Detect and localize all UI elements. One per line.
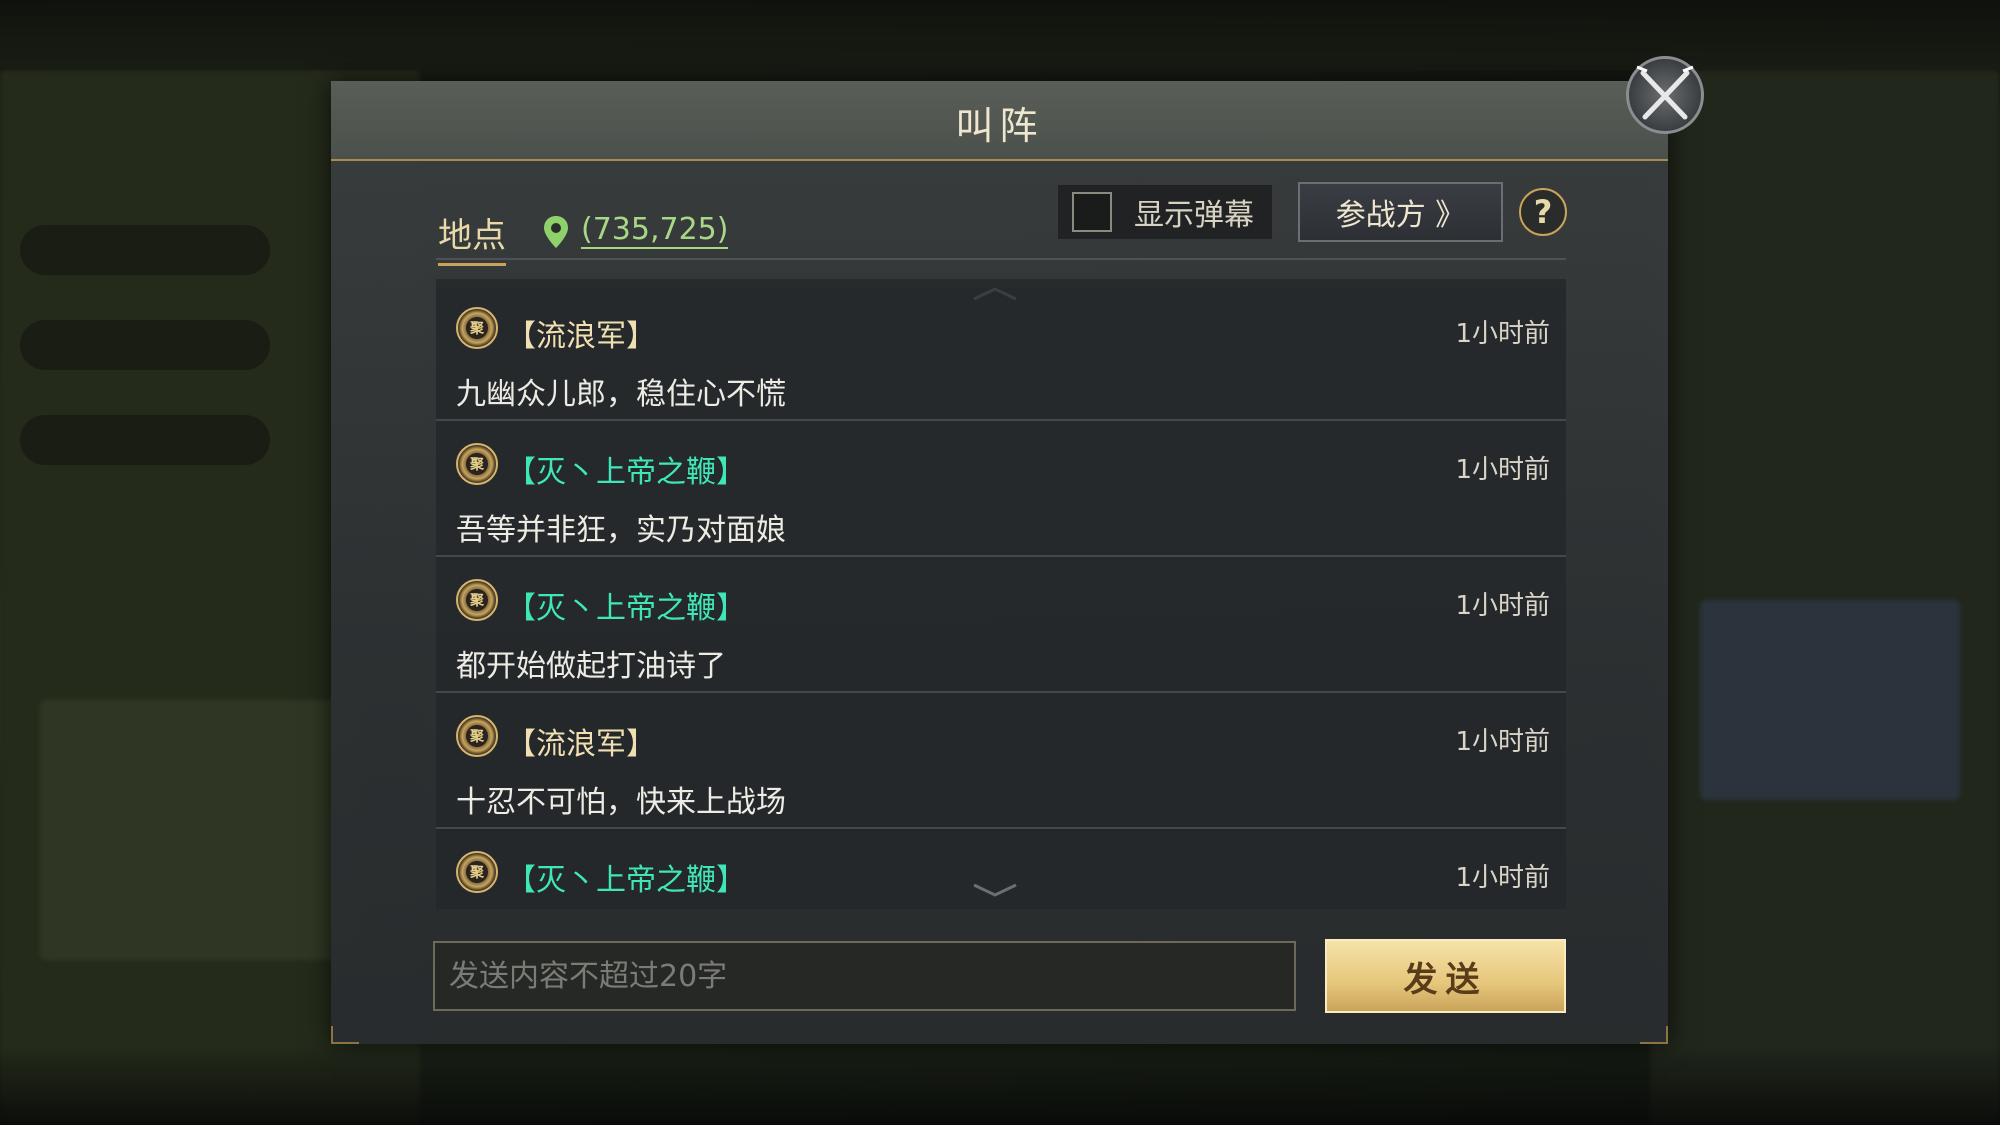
danmu-label: 显示弹幕 bbox=[1134, 198, 1254, 233]
message-sender: 【灭丶上帝之鞭】 bbox=[506, 591, 746, 626]
show-danmu-toggle[interactable]: 显示弹幕 bbox=[1058, 185, 1272, 239]
emblem-icon: 聚 bbox=[456, 715, 498, 757]
message-text: 吾等并非狂，实乃对面娘 bbox=[456, 513, 786, 548]
map-pin-icon bbox=[544, 216, 568, 248]
message-text: 都开始做起打油诗了 bbox=[456, 649, 726, 684]
participants-button[interactable]: 参战方 》 bbox=[1298, 182, 1503, 242]
help-icon[interactable]: ? bbox=[1519, 188, 1567, 236]
corner-ornament bbox=[1640, 1026, 1668, 1044]
message-text: 九幽众儿郎，稳住心不慌 bbox=[456, 377, 786, 412]
crossed-swords-close-icon bbox=[1636, 65, 1694, 120]
message-time: 1小时前 bbox=[1455, 455, 1550, 485]
message-sender: 【灭丶上帝之鞭】 bbox=[506, 455, 746, 490]
list-item: 聚 【灭丶上帝之鞭】 1小时前 吾等并非狂，实乃对面娘 bbox=[436, 423, 1566, 557]
list-item: 聚 【流浪军】 1小时前 九幽众儿郎，稳住心不慌 bbox=[436, 287, 1566, 421]
list-item: 聚 【流浪军】 1小时前 十忍不可怕，快来上战场 bbox=[436, 695, 1566, 829]
divider bbox=[436, 258, 1566, 260]
list-item: 聚 【灭丶上帝之鞭】 1小时前 bbox=[436, 831, 1566, 909]
message-time: 1小时前 bbox=[1455, 863, 1550, 893]
message-sender: 【流浪军】 bbox=[506, 319, 656, 354]
scroll-down-arrow-icon[interactable] bbox=[972, 883, 1018, 897]
message-sender: 【流浪军】 bbox=[506, 727, 656, 762]
emblem-icon: 聚 bbox=[456, 307, 498, 349]
emblem-icon: 聚 bbox=[456, 579, 498, 621]
list-item: 聚 【灭丶上帝之鞭】 1小时前 都开始做起打油诗了 bbox=[436, 559, 1566, 693]
message-sender: 【灭丶上帝之鞭】 bbox=[506, 863, 746, 898]
danmu-checkbox[interactable] bbox=[1072, 192, 1112, 232]
message-time: 1小时前 bbox=[1455, 591, 1550, 621]
send-button[interactable]: 发送 bbox=[1325, 939, 1566, 1013]
dialog-header: 叫阵 bbox=[331, 81, 1668, 161]
message-list[interactable]: 聚 【流浪军】 1小时前 九幽众儿郎，稳住心不慌 聚 【灭丶上帝之鞭】 1小时前… bbox=[436, 279, 1566, 909]
message-time: 1小时前 bbox=[1455, 319, 1550, 349]
dialog-title: 叫阵 bbox=[955, 104, 1044, 148]
corner-ornament bbox=[331, 1026, 359, 1044]
message-text: 十忍不可怕，快来上战场 bbox=[456, 785, 786, 820]
close-button[interactable] bbox=[1626, 56, 1704, 134]
message-input[interactable] bbox=[433, 941, 1296, 1011]
emblem-icon: 聚 bbox=[456, 443, 498, 485]
message-time: 1小时前 bbox=[1455, 727, 1550, 757]
location-coordinates-link[interactable]: (735,725) bbox=[581, 212, 729, 249]
emblem-icon: 聚 bbox=[456, 851, 498, 893]
